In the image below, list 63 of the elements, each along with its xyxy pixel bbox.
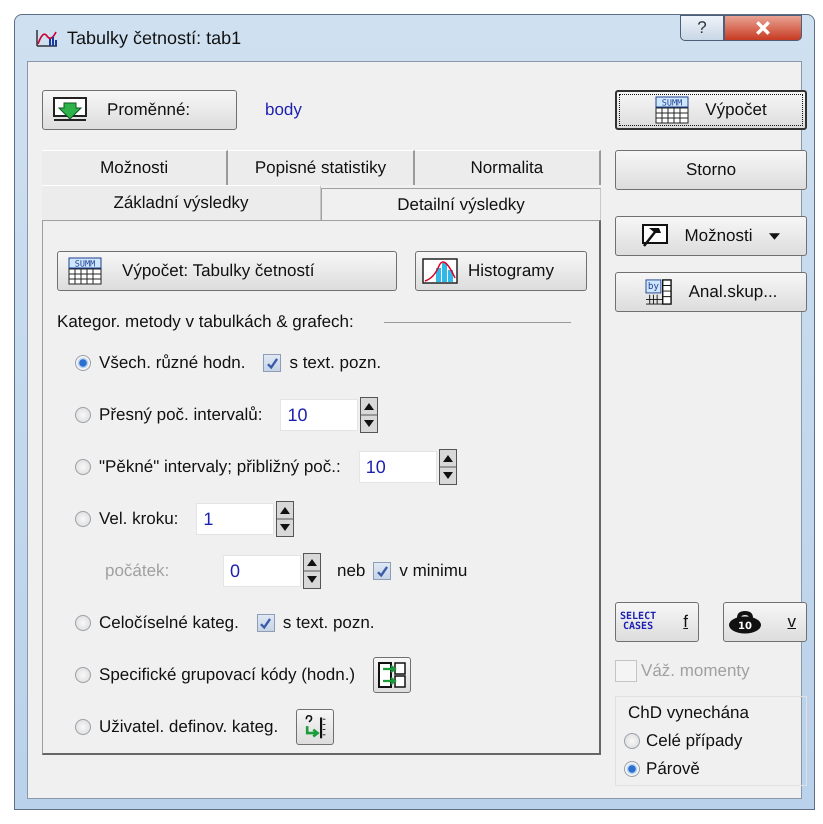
compute-button[interactable]: SUMM Výpočet bbox=[615, 90, 807, 130]
start-label: počátek: bbox=[105, 561, 170, 581]
cancel-button[interactable]: Storno bbox=[615, 150, 807, 190]
radio-button[interactable] bbox=[75, 511, 91, 527]
close-button[interactable] bbox=[724, 15, 802, 41]
option-label: Specifické grupovací kódy (hodn.) bbox=[99, 665, 356, 685]
number-field[interactable]: 10 bbox=[358, 451, 437, 483]
option-label: Všech. různé hodn. bbox=[99, 353, 246, 373]
select-cases-icon: SELECT CASES bbox=[620, 612, 656, 632]
radio-button[interactable] bbox=[75, 719, 91, 735]
spin-buttons[interactable] bbox=[276, 501, 294, 537]
group-analysis-button[interactable]: by Anal.skup... bbox=[615, 272, 807, 312]
histogram-icon bbox=[422, 258, 458, 284]
radio-label: Celé případy bbox=[646, 731, 742, 751]
compute-button[interactable]: SUMM Výpočet: Tabulky četností bbox=[57, 251, 397, 291]
weight-button[interactable]: 10 v bbox=[723, 602, 807, 642]
checkbox-label: s text. pozn. bbox=[282, 613, 375, 633]
variables-value: body bbox=[265, 100, 302, 120]
close-icon bbox=[755, 21, 771, 35]
or-label: neb bbox=[337, 561, 366, 581]
radio-button[interactable] bbox=[75, 667, 91, 683]
number-field[interactable]: 1 bbox=[196, 503, 274, 535]
option-label: Vel. kroku: bbox=[99, 509, 178, 529]
arrows-grid-icon bbox=[377, 661, 408, 689]
radio-button[interactable] bbox=[75, 459, 91, 475]
tab[interactable]: Možnosti bbox=[42, 150, 228, 185]
option-label: "Pěkné" intervaly; přibližný poč.: bbox=[99, 457, 341, 477]
window-title: Tabulky četností: tab1 bbox=[67, 28, 242, 48]
grouping-codes-button[interactable] bbox=[373, 657, 412, 693]
spin-buttons[interactable] bbox=[438, 449, 457, 485]
radio-button[interactable] bbox=[75, 407, 91, 423]
tab[interactable]: Normalita bbox=[414, 150, 601, 185]
radio-button[interactable] bbox=[75, 355, 91, 371]
chart-icon bbox=[35, 28, 59, 48]
variables-button[interactable]: Proměnné: bbox=[42, 90, 237, 130]
hammer-icon bbox=[642, 224, 668, 248]
histogram-button[interactable]: Histogramy bbox=[415, 251, 587, 291]
tab[interactable]: Detailní výsledky bbox=[321, 188, 601, 220]
checkbox-label: s text. pozn. bbox=[289, 353, 382, 373]
checkbox-label: Váž. momenty bbox=[641, 661, 750, 681]
group-title: Kategor. metody v tabulkách & grafech: bbox=[57, 312, 354, 332]
option-label: Přesný poč. intervalů: bbox=[99, 405, 262, 425]
options-menu-button[interactable]: Možnosti bbox=[615, 216, 807, 256]
option-label: Uživatel. definov. kateg. bbox=[99, 717, 278, 737]
user-categories-button[interactable] bbox=[296, 709, 334, 745]
number-field[interactable]: 10 bbox=[280, 399, 358, 431]
radio-button[interactable] bbox=[75, 615, 91, 631]
spin-buttons[interactable] bbox=[360, 397, 378, 433]
tab[interactable]: Základní výsledky bbox=[42, 185, 321, 220]
radio-button[interactable] bbox=[624, 761, 640, 777]
radio-label: Párově bbox=[646, 759, 700, 779]
help-button[interactable]: ? bbox=[680, 15, 724, 41]
checkbox[interactable] bbox=[263, 354, 282, 372]
select-cases-button[interactable]: SELECT CASES f bbox=[615, 602, 699, 642]
radio-button[interactable] bbox=[624, 733, 640, 749]
option-label: Celočíselné kateg. bbox=[99, 613, 239, 633]
dropdown-caret-icon bbox=[768, 232, 780, 240]
group-title: ChD vynechána bbox=[628, 703, 750, 723]
spin-buttons[interactable] bbox=[303, 553, 321, 589]
checkbox[interactable] bbox=[256, 614, 275, 632]
checkbox-label: v minimu bbox=[399, 561, 468, 581]
download-arrow-icon bbox=[53, 97, 87, 123]
tab[interactable]: Popisné statistiky bbox=[228, 150, 415, 185]
